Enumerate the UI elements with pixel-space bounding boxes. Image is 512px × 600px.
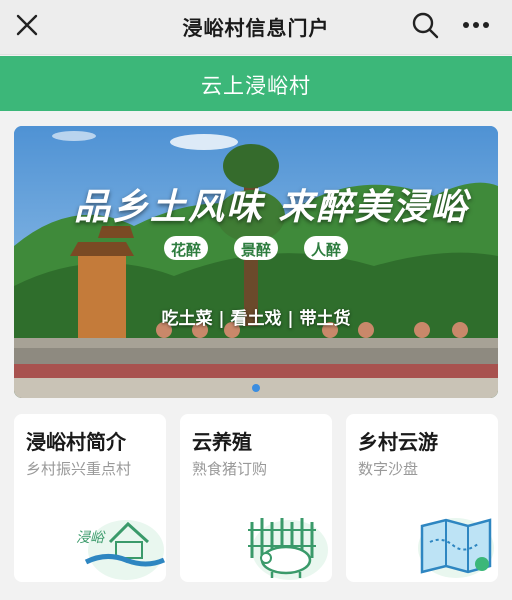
card-title: 乡村云游 bbox=[358, 430, 438, 454]
pill-scenery: 景醉 bbox=[234, 236, 278, 260]
search-icon[interactable] bbox=[410, 10, 440, 40]
carousel-indicator[interactable] bbox=[252, 384, 260, 392]
section-title: 云上浸峪村 bbox=[201, 74, 311, 98]
pill-people: 人醉 bbox=[304, 236, 348, 260]
banner-image bbox=[14, 126, 498, 398]
pig-icon bbox=[232, 502, 332, 582]
banner-headline: 品乡土风味 来醉美浸峪 bbox=[74, 186, 469, 228]
card-subtitle: 乡村振兴重点村 bbox=[26, 460, 132, 478]
map-icon bbox=[398, 502, 498, 582]
village-logo-icon: 浸峪 bbox=[66, 502, 166, 582]
card-title: 浸峪村简介 bbox=[26, 430, 126, 454]
close-icon[interactable] bbox=[12, 10, 42, 40]
banner-carousel[interactable]: 品乡土风味 来醉美浸峪 花醉 景醉 人醉 吃土菜 | 看土戏 | 带土货 bbox=[14, 126, 498, 398]
banner-slogan: 吃土菜 | 看土戏 | 带土货 bbox=[161, 309, 351, 329]
page-title: 浸峪村信息门户 bbox=[182, 16, 330, 40]
pill-label: 花醉 bbox=[170, 241, 201, 259]
section-title-bar: 云上浸峪村 bbox=[0, 56, 512, 111]
card-cloud-farming[interactable]: 云养殖 熟食猪订购 bbox=[180, 414, 332, 582]
pill-label: 人醉 bbox=[310, 241, 341, 259]
card-subtitle: 熟食猪订购 bbox=[192, 460, 268, 478]
card-village-intro[interactable]: 浸峪村简介 乡村振兴重点村 浸峪 bbox=[14, 414, 166, 582]
top-nav-bar: 浸峪村信息门户 bbox=[0, 0, 512, 55]
pill-label: 景醉 bbox=[240, 241, 271, 259]
more-icon[interactable] bbox=[458, 10, 494, 40]
svg-text:浸峪: 浸峪 bbox=[76, 530, 106, 546]
card-title: 云养殖 bbox=[192, 430, 252, 454]
pill-flower: 花醉 bbox=[164, 236, 208, 260]
card-cloud-tour[interactable]: 乡村云游 数字沙盘 bbox=[346, 414, 498, 582]
card-subtitle: 数字沙盘 bbox=[358, 460, 419, 478]
